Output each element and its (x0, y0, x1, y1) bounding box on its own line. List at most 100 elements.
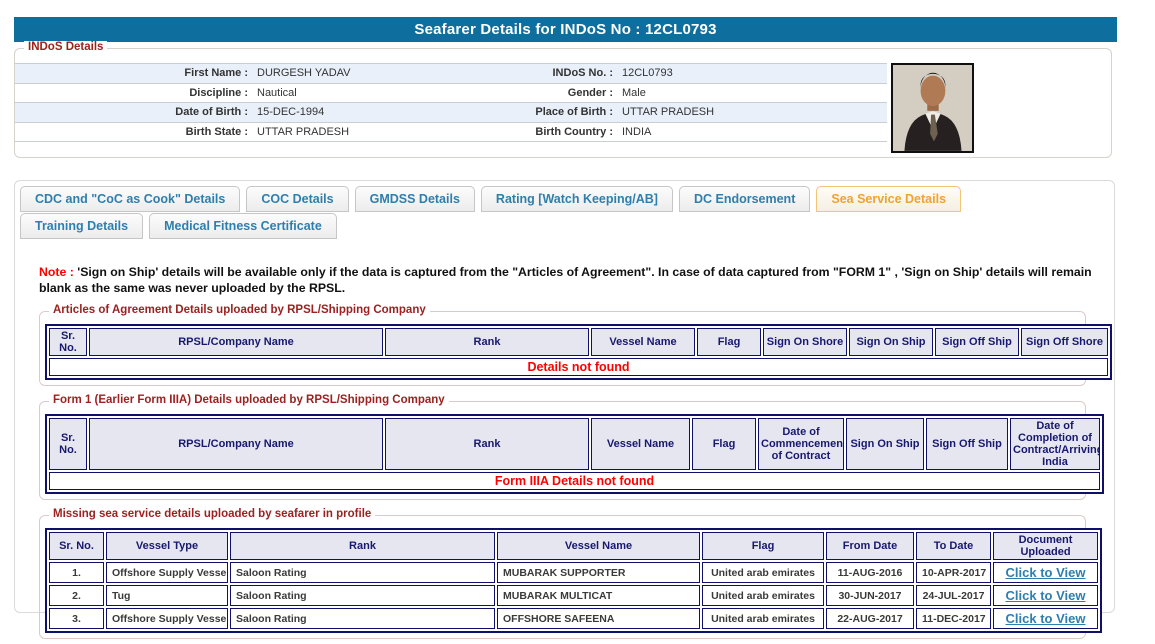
missing-sea-service-legend: Missing sea service details uploaded by … (49, 508, 375, 520)
details-not-found-message: Details not found (49, 358, 1108, 376)
table-header-row: Sr. No. RPSL/Company Name Rank Vessel Na… (49, 418, 1100, 470)
column-header: To Date (916, 532, 991, 560)
tab-bar: CDC and "CoC as Cook" Details COC Detail… (20, 186, 975, 239)
click-to-view-link[interactable]: Click to View (999, 565, 1092, 580)
field-value: UTTAR PRADESH (255, 123, 405, 143)
sign-on-ship-note: Note : 'Sign on Ship' details will be av… (39, 264, 1092, 296)
rank-cell: Saloon Rating (230, 608, 495, 629)
field-label: Place of Birth : (405, 103, 620, 123)
field-value: Nautical (255, 84, 405, 104)
rank-cell: Saloon Rating (230, 585, 495, 606)
to-date-cell: 10-APR-2017 (916, 562, 991, 583)
vessel-type-cell: Tug (106, 585, 228, 606)
form1-legend: Form 1 (Earlier Form IIIA) Details uploa… (49, 394, 449, 406)
articles-of-agreement-legend: Articles of Agreement Details uploaded b… (49, 304, 430, 316)
seafarer-photo (891, 63, 974, 153)
to-date-cell: 11-DEC-2017 (916, 608, 991, 629)
form1-section: Form 1 (Earlier Form IIIA) Details uploa… (39, 401, 1086, 500)
column-header: RPSL/Company Name (89, 328, 383, 356)
empty-row: Details not found (49, 358, 1108, 376)
field-label: Discipline : (15, 84, 255, 104)
table-header-row: Sr. No. RPSL/Company Name Rank Vessel Na… (49, 328, 1108, 356)
column-header: Sign On Shore (763, 328, 847, 356)
rank-cell: Saloon Rating (230, 562, 495, 583)
tab-training-details[interactable]: Training Details (20, 213, 143, 239)
column-header: Sr. No. (49, 418, 87, 470)
column-header: Vessel Name (591, 418, 690, 470)
column-header: Flag (702, 532, 824, 560)
form1-table: Sr. No. RPSL/Company Name Rank Vessel Na… (45, 414, 1104, 494)
missing-sea-service-section: Missing sea service details uploaded by … (39, 515, 1086, 639)
tab-sea-service-details[interactable]: Sea Service Details (816, 186, 961, 212)
column-header: Sign On Ship (846, 418, 924, 470)
column-header: Rank (385, 418, 589, 470)
field-label: Birth State : (15, 123, 255, 143)
field-label: INDoS No. : (405, 64, 620, 84)
indos-row: Discipline : Nautical Gender : Male (15, 84, 887, 104)
column-header: Vessel Name (591, 328, 695, 356)
field-label: Birth Country : (405, 123, 620, 143)
click-to-view-link[interactable]: Click to View (999, 611, 1092, 626)
field-label: Date of Birth : (15, 103, 255, 123)
seafarer-photo-image (893, 65, 972, 151)
column-header: Vessel Type (106, 532, 228, 560)
tab-coc-details[interactable]: COC Details (246, 186, 348, 212)
vessel-name-cell: MUBARAK MULTICAT (497, 585, 700, 606)
flag-cell: United arab emirates (702, 562, 824, 583)
tab-cdc-coc-cook-details[interactable]: CDC and "CoC as Cook" Details (20, 186, 240, 212)
page-title: Seafarer Details for INDoS No : 12CL0793 (14, 17, 1117, 42)
vessel-name-cell: MUBARAK SUPPORTER (497, 562, 700, 583)
field-value: Male (620, 84, 887, 104)
column-header: Flag (692, 418, 756, 470)
form-iiia-not-found-message: Form IIIA Details not found (49, 472, 1100, 490)
to-date-cell: 24-JUL-2017 (916, 585, 991, 606)
table-row: 2. Tug Saloon Rating MUBARAK MULTICAT Un… (49, 585, 1098, 606)
vessel-type-cell: Offshore Supply Vessel (106, 608, 228, 629)
table-header-row: Sr. No. Vessel Type Rank Vessel Name Fla… (49, 532, 1098, 560)
sr-no-cell: 2. (49, 585, 104, 606)
column-header: Vessel Name (497, 532, 700, 560)
field-value: 15-DEC-1994 (255, 103, 405, 123)
column-header: Sr. No. (49, 532, 104, 560)
column-header: Sign Off Shore (1021, 328, 1108, 356)
articles-of-agreement-section: Articles of Agreement Details uploaded b… (39, 311, 1086, 386)
field-value: DURGESH YADAV (255, 64, 405, 84)
indos-details-section: INDoS Details First Name : DURGESH YADAV… (14, 48, 1112, 158)
field-label: First Name : (15, 64, 255, 84)
indos-row: Birth State : UTTAR PRADESH Birth Countr… (15, 123, 887, 143)
column-header: Sign On Ship (849, 328, 933, 356)
table-row: 3. Offshore Supply Vessel Saloon Rating … (49, 608, 1098, 629)
tab-gmdss-details[interactable]: GMDSS Details (355, 186, 475, 212)
from-date-cell: 11-AUG-2016 (826, 562, 914, 583)
tab-rating-watch-keeping[interactable]: Rating [Watch Keeping/AB] (481, 186, 673, 212)
note-text: 'Sign on Ship' details will be available… (39, 265, 1092, 295)
field-label: Gender : (405, 84, 620, 104)
column-header: From Date (826, 532, 914, 560)
vessel-type-cell: Offshore Supply Vessel (106, 562, 228, 583)
tab-medical-fitness-certificate[interactable]: Medical Fitness Certificate (149, 213, 337, 239)
column-header: Document Uploaded (993, 532, 1098, 560)
field-value: UTTAR PRADESH (620, 103, 887, 123)
column-header: Sr. No. (49, 328, 87, 356)
flag-cell: United arab emirates (702, 608, 824, 629)
sr-no-cell: 1. (49, 562, 104, 583)
column-header: Flag (697, 328, 761, 356)
flag-cell: United arab emirates (702, 585, 824, 606)
click-to-view-link[interactable]: Click to View (999, 588, 1092, 603)
from-date-cell: 30-JUN-2017 (826, 585, 914, 606)
column-header: Date of Completion of Contract/Arriving … (1010, 418, 1100, 470)
indos-row: Date of Birth : 15-DEC-1994 Place of Bir… (15, 103, 887, 123)
column-header: Sign Off Ship (935, 328, 1019, 356)
from-date-cell: 22-AUG-2017 (826, 608, 914, 629)
articles-of-agreement-table: Sr. No. RPSL/Company Name Rank Vessel Na… (45, 324, 1112, 380)
column-header: Rank (385, 328, 589, 356)
column-header: RPSL/Company Name (89, 418, 383, 470)
field-value: 12CL0793 (620, 64, 887, 84)
indos-row: First Name : DURGESH YADAV INDoS No. : 1… (15, 64, 887, 84)
indos-details-legend: INDoS Details (24, 41, 107, 53)
tab-panel: CDC and "CoC as Cook" Details COC Detail… (14, 180, 1115, 613)
indos-details-grid: First Name : DURGESH YADAV INDoS No. : 1… (15, 63, 887, 142)
missing-sea-service-table: Sr. No. Vessel Type Rank Vessel Name Fla… (45, 528, 1102, 633)
tab-dc-endorsement[interactable]: DC Endorsement (679, 186, 810, 212)
field-value: INDIA (620, 123, 887, 143)
